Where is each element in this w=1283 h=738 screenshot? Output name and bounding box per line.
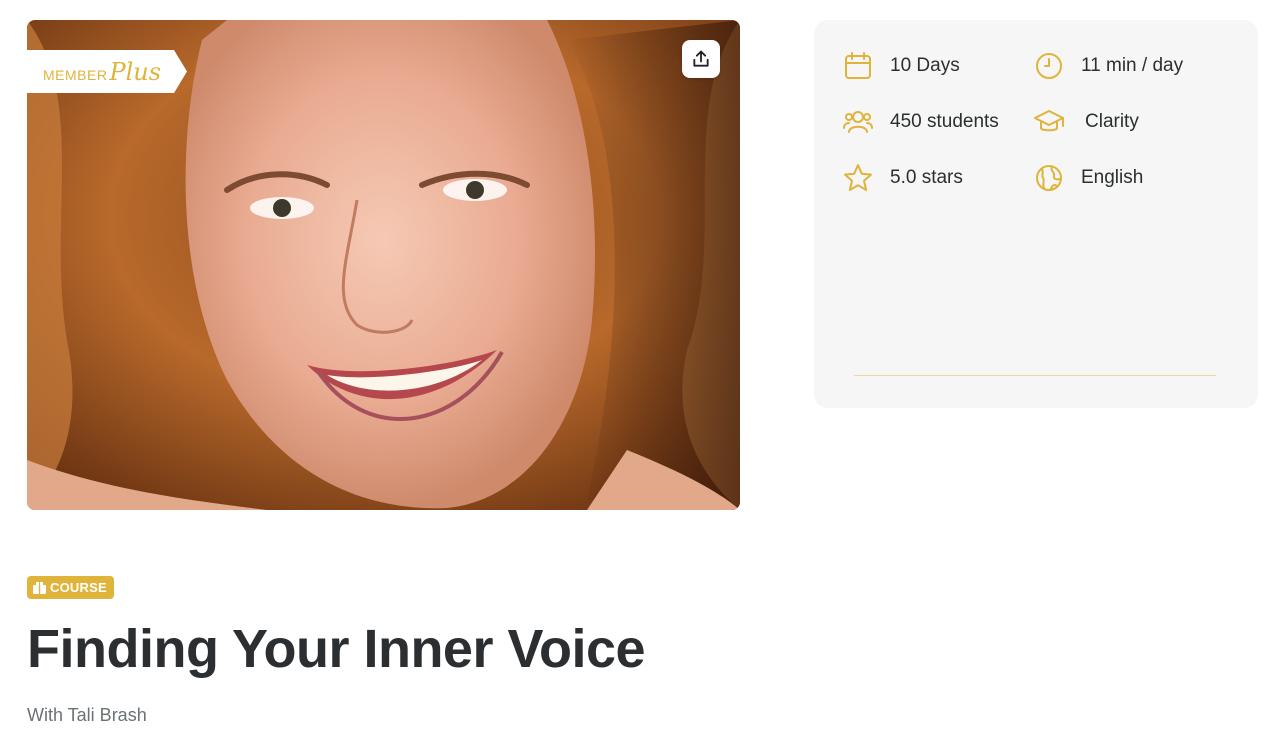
course-author: With Tali Brash (27, 705, 147, 725)
graduation-cap-icon (1033, 106, 1065, 138)
globe-icon (1033, 162, 1065, 194)
info-duration-label: 10 Days (890, 55, 960, 76)
course-box-icon (33, 581, 46, 594)
card-divider (854, 375, 1216, 376)
calendar-icon (842, 50, 874, 82)
badge-member-text: MEMBER (43, 66, 108, 83)
info-rating: 5.0 stars (842, 162, 963, 194)
course-title: Finding Your Inner Voice (27, 619, 646, 679)
students-icon (842, 106, 874, 138)
info-category-label: Clarity (1085, 111, 1139, 132)
course-info-card: 10 Days 11 min / day 450 students Clarit… (814, 20, 1258, 408)
info-category: Clarity (1033, 106, 1139, 138)
info-daily-time: 11 min / day (1033, 50, 1183, 82)
info-duration: 10 Days (842, 50, 960, 82)
info-rating-label: 5.0 stars (890, 167, 963, 188)
member-plus-badge: MEMBER Plus (27, 50, 187, 93)
course-hero-image: MEMBER Plus (27, 20, 740, 510)
portrait-photo (27, 20, 740, 510)
share-button[interactable] (682, 40, 720, 78)
badge-plus-text: Plus (109, 57, 162, 86)
course-tag-label: COURSE (50, 580, 107, 595)
info-language: English (1033, 162, 1143, 194)
clock-icon (1033, 50, 1065, 82)
info-daily-time-label: 11 min / day (1081, 55, 1184, 76)
star-icon (842, 162, 874, 194)
course-type-tag: COURSE (27, 576, 114, 599)
share-upload-icon (693, 50, 709, 67)
info-students-label: 450 students (890, 111, 999, 132)
info-language-label: English (1081, 167, 1144, 188)
info-students: 450 students (842, 106, 999, 138)
